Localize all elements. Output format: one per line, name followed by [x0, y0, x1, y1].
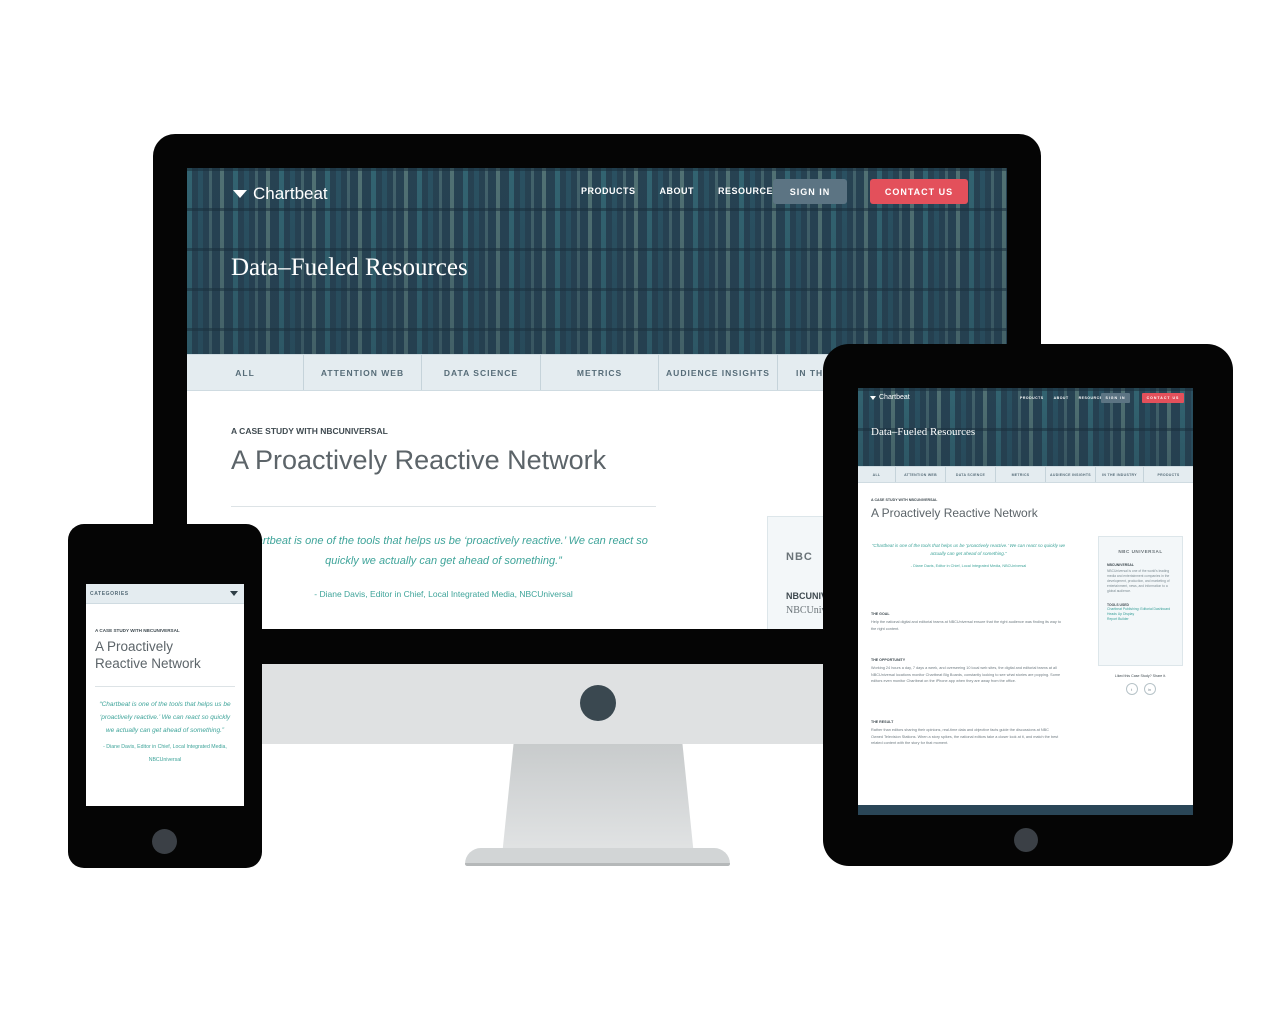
footer-bar — [858, 805, 1193, 815]
page-title: A Proactively Reactive Network — [231, 445, 607, 475]
chartbeat-logo-icon — [870, 395, 876, 400]
hero-title: Data–Fueled Resources — [871, 426, 976, 438]
nav-products[interactable]: PRODUCTS — [1020, 396, 1044, 400]
page-title: A Proactively Reactive Network — [871, 506, 1038, 520]
page-title-line-2: Reactive Network — [95, 656, 201, 671]
main-nav: PRODUCTS ABOUT RESOURCES — [581, 186, 804, 196]
tab-attention-web[interactable]: ATTENTION WEB — [896, 467, 946, 482]
goal-text: Help the national digital and editorial … — [871, 620, 1061, 631]
brand-name: Chartbeat — [253, 184, 328, 203]
goal-section: THE GOAL Help the national digital and e… — [871, 612, 1061, 632]
goal-label: THE GOAL — [871, 612, 890, 616]
nav-about[interactable]: ABOUT — [660, 186, 695, 196]
case-study-content: A CASE STUDY WITH NBCUNIVERSAL A Proacti… — [871, 498, 1066, 568]
result-text: Rather than editors sharing their opinio… — [871, 728, 1059, 745]
brand-name: Chartbeat — [879, 394, 910, 401]
hero-banner: Chartbeat PRODUCTS ABOUT RESOURCES SIGN … — [187, 168, 1007, 354]
company-sidebar: NBC UNIVERSAL NBCUNIVERSAL NBCUniversal … — [1098, 536, 1183, 666]
share-label: Liked this Case Study? Share it. — [1114, 674, 1167, 678]
tab-all[interactable]: ALL — [187, 355, 304, 390]
company-description: NBCUniversal is one of the world's leadi… — [1107, 569, 1170, 593]
case-study-content: A CASE STUDY WITH NBCUNIVERSAL A Proacti… — [95, 628, 235, 767]
page-title-line-1: A Proactively — [95, 639, 174, 654]
pull-quote: “Chartbeat is one of the tools that help… — [871, 543, 1066, 556]
tab-metrics[interactable]: METRICS — [996, 467, 1046, 482]
quote-attribution: - Diane Davis, Editor in Chief, Local In… — [910, 564, 1027, 568]
chartbeat-logo-icon — [233, 190, 247, 198]
categories-dropdown[interactable]: CATEGORIES — [86, 584, 244, 604]
quote-attribution: - Diane Davis, Editor in Chief, Local In… — [103, 744, 227, 763]
categories-label: CATEGORIES — [90, 590, 129, 597]
company-name: NBCUNIVERSAL — [1107, 563, 1134, 567]
share-icons: t in — [1098, 683, 1183, 695]
tool-link-report-builder[interactable]: Report Builder — [1107, 617, 1174, 622]
hero-banner: Chartbeat PRODUCTS ABOUT RESOURCES SIGN … — [858, 388, 1193, 466]
phone-screen: CATEGORIES A CASE STUDY WITH NBCUNIVERSA… — [86, 584, 244, 806]
twitter-icon[interactable]: t — [1125, 683, 1138, 695]
caret-down-icon — [230, 591, 238, 596]
sign-in-button[interactable]: SIGN IN — [1101, 393, 1130, 403]
tab-metrics[interactable]: METRICS — [541, 355, 659, 390]
divider — [231, 506, 656, 507]
tab-data-science[interactable]: DATA SCIENCE — [946, 467, 996, 482]
opportunity-text: Working 24 hours a day, 7 days a week, a… — [871, 666, 1061, 683]
contact-us-button[interactable]: CONTACT US — [1142, 393, 1184, 403]
case-study-eyebrow: A CASE STUDY WITH NBCUNIVERSAL — [95, 628, 180, 633]
tab-data-science[interactable]: DATA SCIENCE — [422, 355, 541, 390]
hero-title: Data–Fueled Resources — [231, 254, 468, 281]
linkedin-icon[interactable]: in — [1143, 683, 1156, 695]
tab-all[interactable]: ALL — [858, 467, 896, 482]
chartbeat-logo[interactable]: Chartbeat — [233, 184, 328, 204]
result-section: THE RESULT Rather than editors sharing t… — [871, 720, 1061, 747]
tab-in-the-industry[interactable]: IN THE INDUSTRY — [1096, 467, 1144, 482]
nav-products[interactable]: PRODUCTS — [581, 186, 636, 196]
quote-attribution: - Diane Davis, Editor in Chief, Local In… — [314, 589, 573, 599]
category-tabs: ALL ATTENTION WEB DATA SCIENCE METRICS A… — [858, 466, 1193, 483]
case-study-eyebrow: A CASE STUDY WITH NBCUNIVERSAL — [231, 426, 388, 436]
opportunity-label: THE OPPORTUNITY — [871, 658, 906, 662]
nav-about[interactable]: ABOUT — [1054, 396, 1069, 400]
imac-stand — [502, 744, 694, 856]
tablet-screen: Chartbeat PRODUCTS ABOUT RESOURCES SIGN … — [858, 388, 1193, 815]
imac-base — [465, 848, 730, 866]
tab-audience-insights[interactable]: AUDIENCE INSIGHTS — [1046, 467, 1096, 482]
divider — [95, 686, 235, 687]
imac-logo-dot — [580, 685, 616, 721]
share-box: Liked this Case Study? Share it. t in — [1098, 674, 1183, 695]
pull-quote: “Chartbeat is one of the tools that help… — [99, 701, 231, 734]
sign-in-button[interactable]: SIGN IN — [773, 179, 847, 204]
tab-products[interactable]: PRODUCTS — [1144, 467, 1193, 482]
pull-quote: “Chartbeat is one of the tools that help… — [239, 535, 648, 567]
result-label: THE RESULT — [871, 720, 894, 724]
case-study-eyebrow: A CASE STUDY WITH NBCUNIVERSAL — [871, 498, 938, 502]
contact-us-button[interactable]: CONTACT US — [870, 179, 968, 204]
nbc-universal-logo: NBC UNIVERSAL — [1118, 549, 1163, 554]
page-title: A Proactively Reactive Network — [95, 638, 235, 672]
phone-home-button — [152, 829, 177, 854]
tab-attention-web[interactable]: ATTENTION WEB — [304, 355, 422, 390]
nav-resources[interactable]: RESOURCES — [718, 186, 780, 196]
chartbeat-logo[interactable]: Chartbeat — [870, 394, 910, 401]
tablet-home-button — [1014, 828, 1038, 852]
tab-audience-insights[interactable]: AUDIENCE INSIGHTS — [659, 355, 778, 390]
opportunity-section: THE OPPORTUNITY Working 24 hours a day, … — [871, 658, 1061, 685]
case-study-content: A CASE STUDY WITH NBCUNIVERSAL A Proacti… — [231, 426, 656, 599]
